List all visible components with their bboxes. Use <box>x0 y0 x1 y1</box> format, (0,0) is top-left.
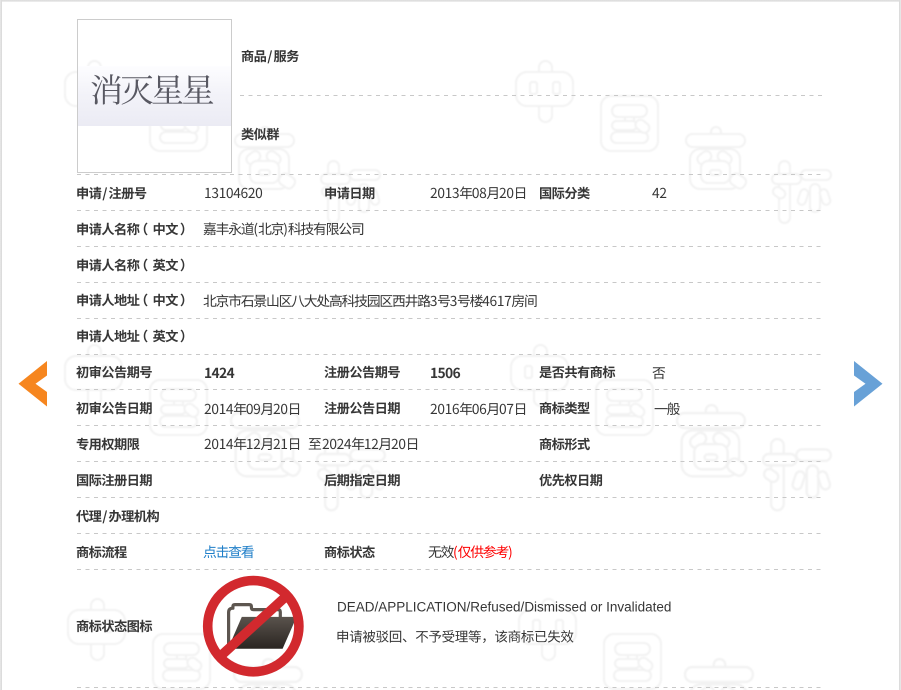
svg-text:DEAD/APPLICATION/Refused/Dismi: DEAD/APPLICATION/Refused/Dismissed or In… <box>337 600 671 615</box>
